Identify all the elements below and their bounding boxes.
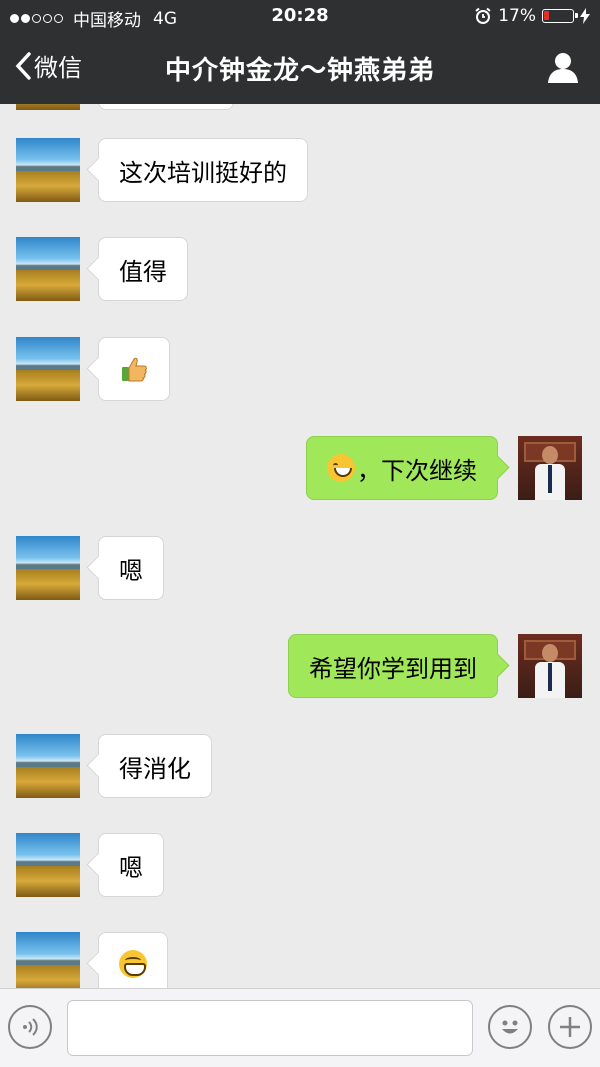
input-bar bbox=[0, 988, 600, 1067]
message-bubble[interactable]: 嗯 bbox=[98, 833, 164, 897]
message-text: 嗯 bbox=[119, 853, 143, 882]
thumbs-up-icon bbox=[122, 357, 147, 382]
message-bubble[interactable]: 希望你学到用到 bbox=[288, 634, 498, 698]
contact-avatar[interactable] bbox=[16, 833, 80, 897]
nav-bar: 微信 中介钟金龙～钟燕弟弟 bbox=[0, 36, 600, 100]
charging-bolt-icon bbox=[580, 8, 590, 24]
top-bar: 中国移动 4G 20:28 17% 微信 中介钟金龙～钟燕弟弟 bbox=[0, 0, 600, 104]
plus-icon bbox=[560, 1017, 580, 1037]
message-bubble[interactable]: 得消化 bbox=[98, 734, 212, 798]
grinning-face-big-eyes-icon bbox=[119, 950, 147, 978]
voice-icon bbox=[23, 1018, 38, 1036]
chat-title: 中介钟金龙～钟燕弟弟 bbox=[164, 56, 435, 86]
message-bubble[interactable]: 这次培训挺好的 bbox=[98, 138, 308, 202]
message-text: 得消化 bbox=[119, 754, 191, 783]
contact-avatar[interactable] bbox=[16, 104, 80, 110]
message-bubble[interactable] bbox=[98, 337, 170, 401]
message-text: 希望你学到用到 bbox=[309, 654, 477, 683]
message-input[interactable] bbox=[67, 1000, 473, 1056]
emoji-face-icon bbox=[502, 1020, 518, 1034]
emoji-button[interactable] bbox=[488, 1005, 532, 1049]
message-text: 值得 bbox=[119, 257, 167, 286]
voice-button[interactable] bbox=[8, 1005, 52, 1049]
battery-icon bbox=[542, 9, 578, 23]
contact-avatar[interactable] bbox=[16, 337, 80, 401]
more-button[interactable] bbox=[548, 1005, 592, 1049]
my-avatar[interactable] bbox=[518, 634, 582, 698]
message-bubble[interactable] bbox=[98, 932, 168, 988]
message-text: 这次培训挺好的 bbox=[119, 158, 287, 187]
message-text: ，下次继续 bbox=[357, 456, 477, 485]
contact-avatar[interactable] bbox=[16, 237, 80, 301]
my-avatar[interactable] bbox=[518, 436, 582, 500]
contact-avatar[interactable] bbox=[16, 536, 80, 600]
alarm-icon bbox=[475, 7, 491, 24]
message-text: 嗯 bbox=[119, 556, 143, 585]
message-bubble[interactable]: ，下次继续 bbox=[306, 436, 498, 500]
message-bubble[interactable]: 值得 bbox=[98, 237, 188, 301]
message-bubble[interactable] bbox=[98, 104, 234, 110]
profile-icon[interactable] bbox=[546, 50, 580, 84]
contact-avatar[interactable] bbox=[16, 932, 80, 988]
status-bar: 中国移动 4G 20:28 17% bbox=[0, 0, 600, 34]
message-bubble[interactable]: 嗯 bbox=[98, 536, 164, 600]
contact-avatar[interactable] bbox=[16, 138, 80, 202]
battery-percent: 17% bbox=[498, 6, 536, 26]
status-right: 17% bbox=[474, 6, 590, 26]
chat-area[interactable]: 这次培训挺好的 值得 ，下次继续 嗯 希望你学到用到 得消化 嗯 bbox=[0, 104, 600, 988]
grinning-face-icon bbox=[327, 454, 355, 482]
contact-avatar[interactable] bbox=[16, 734, 80, 798]
